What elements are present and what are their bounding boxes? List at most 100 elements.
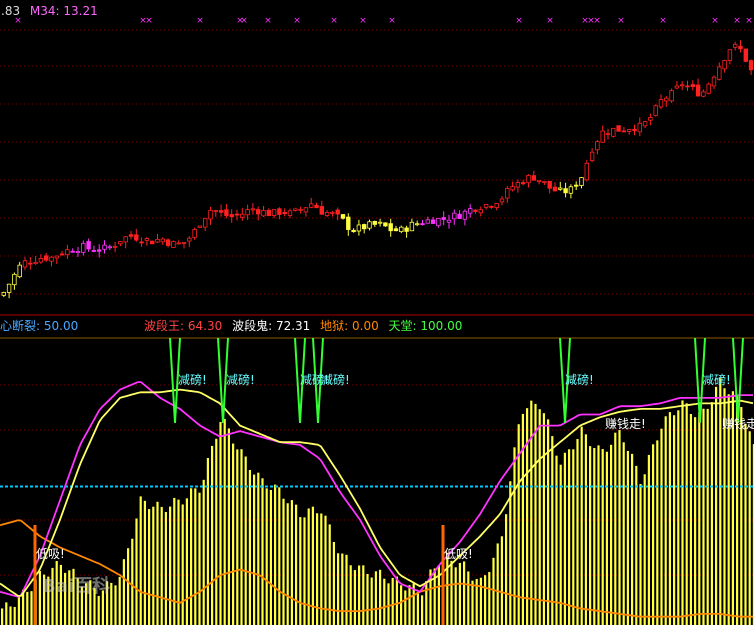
indicator-bar xyxy=(395,576,398,625)
indicator-bar xyxy=(589,446,592,625)
indicator-bar xyxy=(681,400,684,625)
candle-body xyxy=(197,225,203,228)
cross-marker: × xyxy=(240,16,248,26)
candle-body xyxy=(653,105,658,116)
indicator-bar xyxy=(152,506,155,625)
indicator-bar xyxy=(568,449,571,625)
indicator-bar xyxy=(366,573,369,625)
indicator-bar xyxy=(295,504,298,625)
indicator-bar xyxy=(232,443,235,625)
indicator-bar xyxy=(425,581,428,625)
candle-body xyxy=(441,217,446,220)
candle-body xyxy=(107,246,112,249)
indicator-bar xyxy=(379,569,382,625)
indicator-bar xyxy=(164,511,167,625)
candle-body xyxy=(346,216,351,230)
candle-body xyxy=(547,180,552,189)
indicator-boduanwang-label: 波段王: 64.30 xyxy=(144,319,223,333)
indicator-bar xyxy=(173,497,176,625)
indicator-bar xyxy=(248,469,251,625)
indicator-bar xyxy=(744,423,747,625)
candle-body xyxy=(44,255,49,261)
indicator-bar xyxy=(660,428,663,625)
candle-body xyxy=(330,212,335,214)
indicator-bar xyxy=(387,583,390,625)
candle-body xyxy=(685,85,690,88)
candle-body xyxy=(680,84,685,87)
candle-body xyxy=(743,48,748,62)
candle-body xyxy=(748,60,754,71)
indicator-bar xyxy=(341,553,344,625)
indicator-bar xyxy=(719,378,722,625)
candle-body xyxy=(33,261,38,265)
indicator-bar xyxy=(257,472,260,625)
indicator-bar xyxy=(656,440,659,625)
candle-body xyxy=(579,177,584,186)
indicator-bar xyxy=(631,453,634,625)
indicator-bar xyxy=(337,553,340,625)
indicator-bar xyxy=(17,597,20,625)
candle-body xyxy=(658,99,664,108)
candle-body xyxy=(584,162,589,181)
candle-body xyxy=(436,218,441,227)
cross-marker: × xyxy=(711,16,719,26)
candle-body xyxy=(738,45,743,50)
indicator-bar xyxy=(479,577,482,625)
indicator-bar xyxy=(160,506,163,625)
candle-body xyxy=(128,234,134,237)
indicator-bar xyxy=(345,554,348,625)
candle-body xyxy=(478,209,483,214)
candle-body xyxy=(414,223,420,226)
indicator-bar xyxy=(496,543,499,625)
candle-body xyxy=(722,60,727,70)
indicator-bar xyxy=(614,432,617,625)
candle-body xyxy=(149,240,155,245)
candle-body xyxy=(515,182,521,188)
candle-body xyxy=(213,210,218,212)
price-tail-label: .83 xyxy=(1,4,21,18)
candle-body xyxy=(202,217,208,228)
candle-body xyxy=(97,249,102,252)
candle-body xyxy=(372,220,377,225)
indicator-bar xyxy=(400,585,403,625)
indicator-bar xyxy=(374,571,377,625)
sell-annotation: 减磅! xyxy=(178,372,207,387)
indicator-bar xyxy=(521,413,524,625)
candle-body xyxy=(176,242,181,245)
indicator-bar xyxy=(635,465,638,625)
candle-body xyxy=(409,221,415,232)
indicator-bar xyxy=(610,444,613,625)
candle-body xyxy=(404,227,409,232)
candle-body xyxy=(59,253,65,256)
candle-body xyxy=(627,129,632,132)
indicator-bar xyxy=(463,561,466,625)
indicator-bar xyxy=(122,559,125,625)
candle-body xyxy=(595,141,600,151)
indicator-bar xyxy=(538,409,541,625)
indicator-bar xyxy=(454,567,457,625)
candle-body xyxy=(542,181,547,184)
candle-body xyxy=(12,273,17,286)
indicator-bar xyxy=(265,488,268,625)
indicator-bar xyxy=(286,503,289,625)
candle-body xyxy=(187,237,192,242)
indicator-bar xyxy=(211,445,214,625)
candle-body xyxy=(695,84,701,97)
indicator-bar xyxy=(555,455,558,625)
candle-body xyxy=(255,209,261,215)
indicator-bar xyxy=(673,415,676,625)
candle-body xyxy=(165,239,171,246)
stock-chart[interactable]: × ×× × ×× × × × × × × × ××× × × × × ×减磅! 减磅! 减磅!减磅! 减磅! 减磅!低… xyxy=(0,0,754,625)
indicator-bar xyxy=(677,410,680,625)
candle-body xyxy=(6,283,12,293)
candle-body xyxy=(340,214,346,219)
indicator-bar xyxy=(576,439,579,625)
candle-body xyxy=(17,264,22,278)
indicator-bar xyxy=(702,408,705,625)
candle-body xyxy=(632,128,637,132)
candle-body xyxy=(489,205,494,208)
candle-body xyxy=(388,223,393,232)
indicator-bar xyxy=(206,457,209,625)
candle-body xyxy=(144,238,150,241)
candle-body xyxy=(245,209,250,216)
